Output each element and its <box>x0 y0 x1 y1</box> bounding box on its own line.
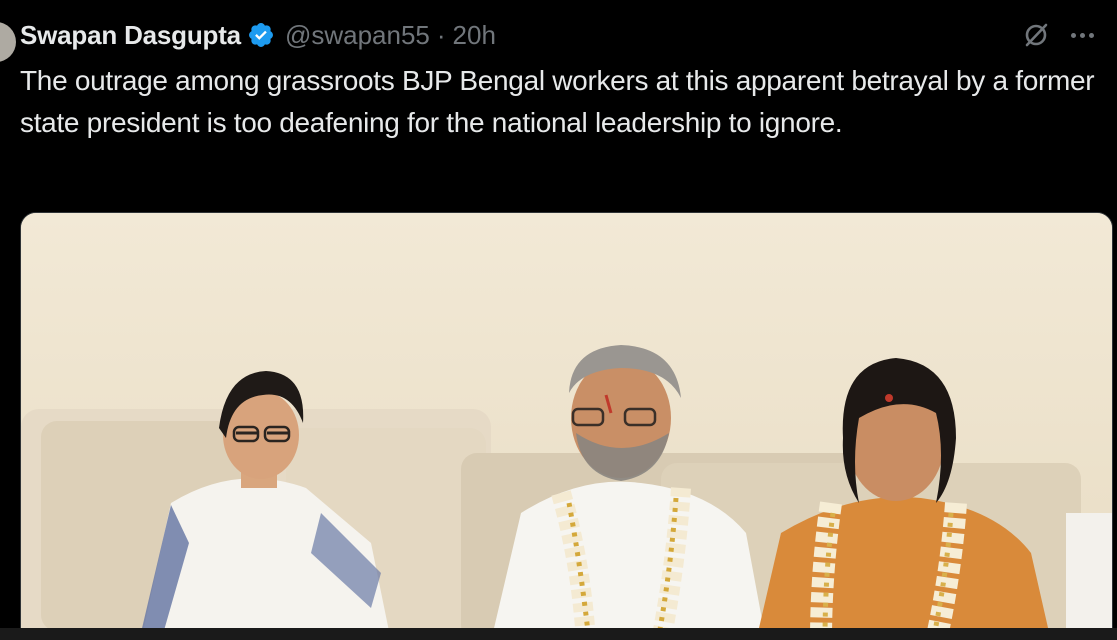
tweet-photo[interactable] <box>20 212 1113 640</box>
grok-icon[interactable] <box>1023 22 1049 48</box>
author-display-name[interactable]: Swapan Dasgupta <box>20 20 241 51</box>
tweet-timestamp[interactable]: 20h <box>453 20 496 51</box>
author-handle[interactable]: @swapan55 <box>285 20 430 51</box>
avatar[interactable] <box>0 22 16 62</box>
tweet-card[interactable]: Swapan Dasgupta @swapan55 · 20h The outr… <box>0 0 1117 640</box>
separator-dot: · <box>436 19 446 50</box>
more-options-icon[interactable] <box>1071 31 1097 39</box>
verified-badge-icon <box>247 21 275 49</box>
tweet-text: The outrage among grassroots BJP Bengal … <box>20 65 1095 138</box>
bottom-edge <box>0 628 1117 640</box>
tweet-header: Swapan Dasgupta @swapan55 · 20h <box>20 16 1105 54</box>
